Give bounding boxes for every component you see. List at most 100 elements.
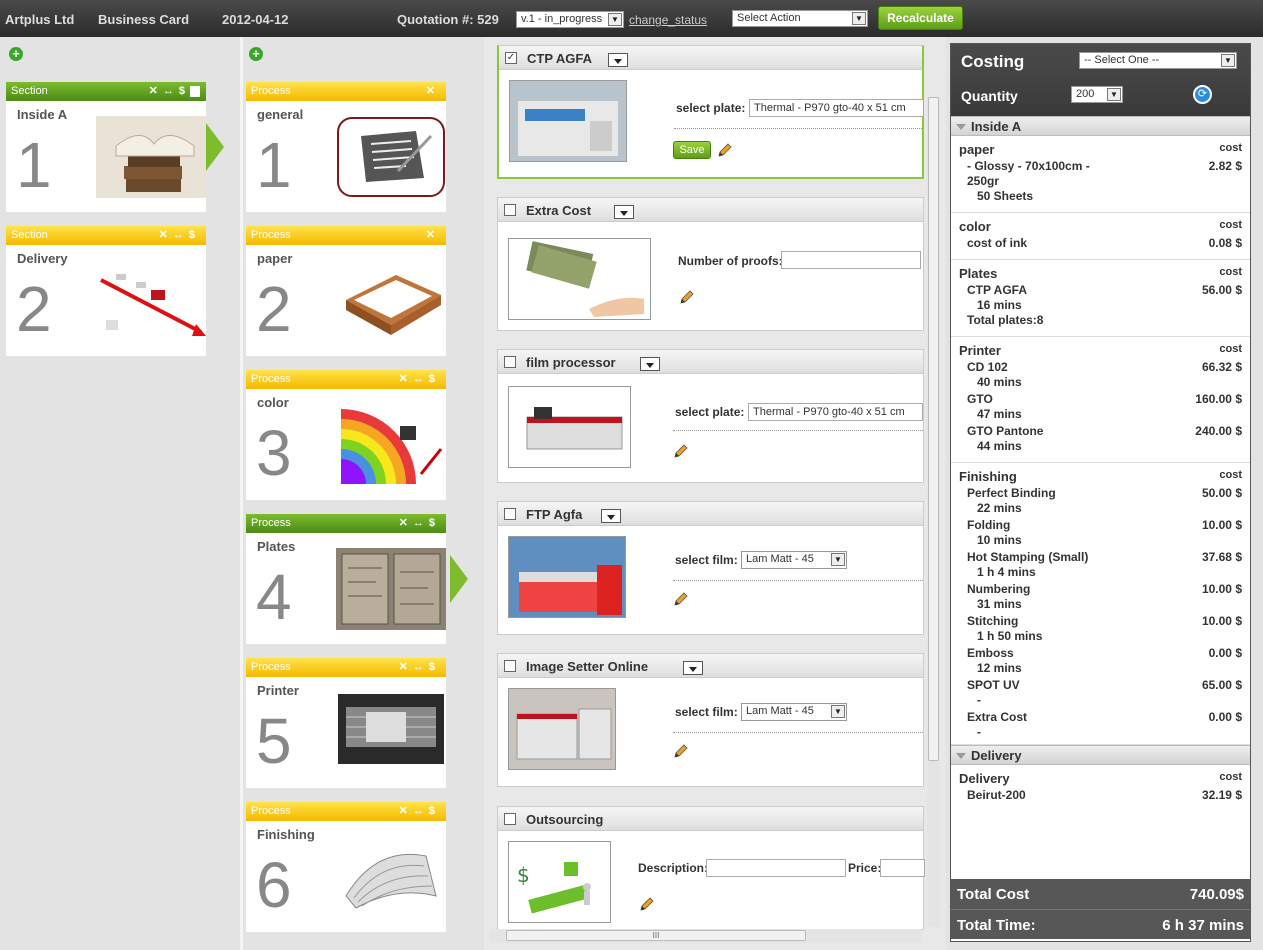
process-name: Printer <box>257 683 299 698</box>
ftp-agfa-checkbox[interactable] <box>504 508 516 520</box>
select-plate-label: select plate: <box>676 101 746 115</box>
close-icon[interactable]: ✕ <box>159 229 173 241</box>
move-icon[interactable]: ↔ <box>413 517 429 529</box>
move-icon[interactable]: ↔ <box>163 85 179 97</box>
pencil-icon[interactable] <box>672 744 688 760</box>
section-card-delivery[interactable]: Section ✕↔$ Delivery 2 <box>6 226 206 356</box>
costing-section-delivery[interactable]: Delivery <box>951 745 1250 765</box>
close-icon[interactable]: ✕ <box>426 229 440 241</box>
scrollbar-thumb[interactable] <box>928 97 939 761</box>
process-name: general <box>257 107 304 122</box>
panel-dropdown[interactable] <box>608 53 628 67</box>
number-of-proofs-input[interactable] <box>781 251 921 269</box>
version-select-value: v.1 - in_progress <box>521 13 603 25</box>
move-icon[interactable]: ↔ <box>413 661 429 673</box>
item-time: 1 h 50 mins <box>977 629 1043 643</box>
save-button[interactable]: Save <box>673 141 711 159</box>
scrollbar-thumb[interactable]: III <box>506 930 806 941</box>
dollar-icon[interactable]: $ <box>179 85 190 97</box>
ctp-checkbox[interactable]: ✓ <box>505 52 517 64</box>
pencil-icon[interactable] <box>716 143 732 159</box>
process-card-color[interactable]: Process ✕↔$ color 3 <box>246 370 446 500</box>
dollar-icon[interactable]: $ <box>189 229 200 241</box>
item-time: 12 mins <box>977 661 1022 675</box>
refresh-icon[interactable]: ⟳ <box>1193 85 1212 104</box>
process-card-header: Process ✕↔$ <box>246 370 446 389</box>
costing-section-inside-a[interactable]: Inside A <box>951 116 1250 136</box>
card-actions: ✕ <box>426 228 440 241</box>
move-icon[interactable]: ↔ <box>413 373 429 385</box>
process-card-printer[interactable]: Process ✕↔$ Printer 5 <box>246 658 446 788</box>
panel-dropdown[interactable] <box>683 661 703 675</box>
version-select[interactable]: v.1 - in_progress ▼ <box>516 11 624 28</box>
dollar-icon[interactable]: $ <box>429 517 440 529</box>
panel-dropdown[interactable] <box>640 357 660 371</box>
process-name: Plates <box>257 539 296 554</box>
select-film-dropdown[interactable]: Lam Matt - 45 ▼ <box>741 551 847 569</box>
process-name: paper <box>257 251 293 266</box>
vertical-scrollbar[interactable] <box>927 97 940 927</box>
process-number: 6 <box>256 849 292 921</box>
dollar-icon[interactable]: $ <box>429 373 440 385</box>
close-icon[interactable]: ✕ <box>399 661 413 673</box>
description-input[interactable] <box>706 859 846 877</box>
select-film-value: Lam Matt - 45 <box>746 553 814 565</box>
close-icon[interactable]: ✕ <box>399 517 413 529</box>
pencil-icon[interactable] <box>672 444 688 460</box>
price-input[interactable] <box>880 859 925 877</box>
item-name: Numbering <box>967 582 1031 596</box>
process-card-finishing[interactable]: Process ✕↔$ Finishing 6 <box>246 802 446 932</box>
change-status-link[interactable]: change_status <box>629 13 707 27</box>
film-processor-checkbox[interactable] <box>504 356 516 368</box>
panel-dropdown[interactable] <box>601 509 621 523</box>
outsourcing-checkbox[interactable] <box>504 813 516 825</box>
product-name: Business Card <box>98 12 190 27</box>
pencil-icon[interactable] <box>638 897 654 913</box>
pencil-icon[interactable] <box>672 592 688 608</box>
ctp-machine-image <box>509 80 627 162</box>
add-section-icon[interactable]: + <box>9 47 23 61</box>
outsourcing-image: $ <box>508 841 611 923</box>
panel-header: ✓ CTP AGFA <box>499 46 922 70</box>
cost-item: Stitching 1 h 50 mins 10.00 $ <box>959 614 1242 644</box>
process-card-paper[interactable]: Process ✕ paper 2 <box>246 226 446 356</box>
costing-select[interactable]: -- Select One -- ▼ <box>1079 52 1237 69</box>
extra-cost-checkbox[interactable] <box>504 204 516 216</box>
close-icon[interactable]: ✕ <box>149 85 163 97</box>
move-icon[interactable]: ↔ <box>173 229 189 241</box>
select-plate-input[interactable]: Thermal - P970 gto-40 x 51 cm <box>749 99 924 117</box>
quotation-date: 2012-04-12 <box>222 12 289 27</box>
dollar-icon[interactable]: $ <box>429 661 440 673</box>
cost-item: - Glossy - 70x100cm - 250gr 50 Sheets 2.… <box>959 159 1242 204</box>
dollar-icon[interactable]: $ <box>429 805 440 817</box>
ftp-machine-image <box>508 536 626 618</box>
move-icon[interactable]: ↔ <box>413 805 429 817</box>
image-setter-checkbox[interactable] <box>504 660 516 672</box>
select-plate-input[interactable]: Thermal - P970 gto-40 x 51 cm <box>748 403 923 421</box>
process-card-general[interactable]: Process ✕ general 1 <box>246 82 446 212</box>
cost-value: 37.68 $ <box>1201 550 1242 564</box>
recalculate-button[interactable]: Recalculate <box>878 6 963 30</box>
document-edit-image <box>336 116 446 198</box>
close-icon[interactable]: ✕ <box>399 373 413 385</box>
select-film-dropdown[interactable]: Lam Matt - 45 ▼ <box>741 703 847 721</box>
close-icon[interactable]: ✕ <box>399 805 413 817</box>
cost-item: Perfect Binding 22 mins 50.00 $ <box>959 486 1242 516</box>
cost-value: 0.00 $ <box>1208 710 1242 724</box>
panel-outsourcing: Outsourcing $ Description: Price: <box>497 806 925 930</box>
pencil-icon[interactable] <box>678 290 694 306</box>
section-card-inside-a[interactable]: Section ✕↔$ Inside A 1 <box>6 82 206 212</box>
section-number: 2 <box>16 273 52 345</box>
add-process-icon[interactable]: + <box>249 47 263 61</box>
process-card-plates[interactable]: Process ✕↔$ Plates 4 <box>246 514 446 644</box>
item-time: 47 mins <box>977 407 1022 421</box>
horizontal-scrollbar[interactable]: III <box>490 929 922 943</box>
process-number: 3 <box>256 417 292 489</box>
action-select[interactable]: Select Action ▼ <box>732 10 868 27</box>
quantity-select[interactable]: 200 ▼ <box>1071 86 1123 103</box>
close-icon[interactable]: ✕ <box>426 85 440 97</box>
cost-value: 65.00 $ <box>1201 678 1242 692</box>
process-card-header-label: Process <box>251 661 291 673</box>
panel-dropdown[interactable] <box>614 205 634 219</box>
document-icon[interactable] <box>190 85 200 97</box>
